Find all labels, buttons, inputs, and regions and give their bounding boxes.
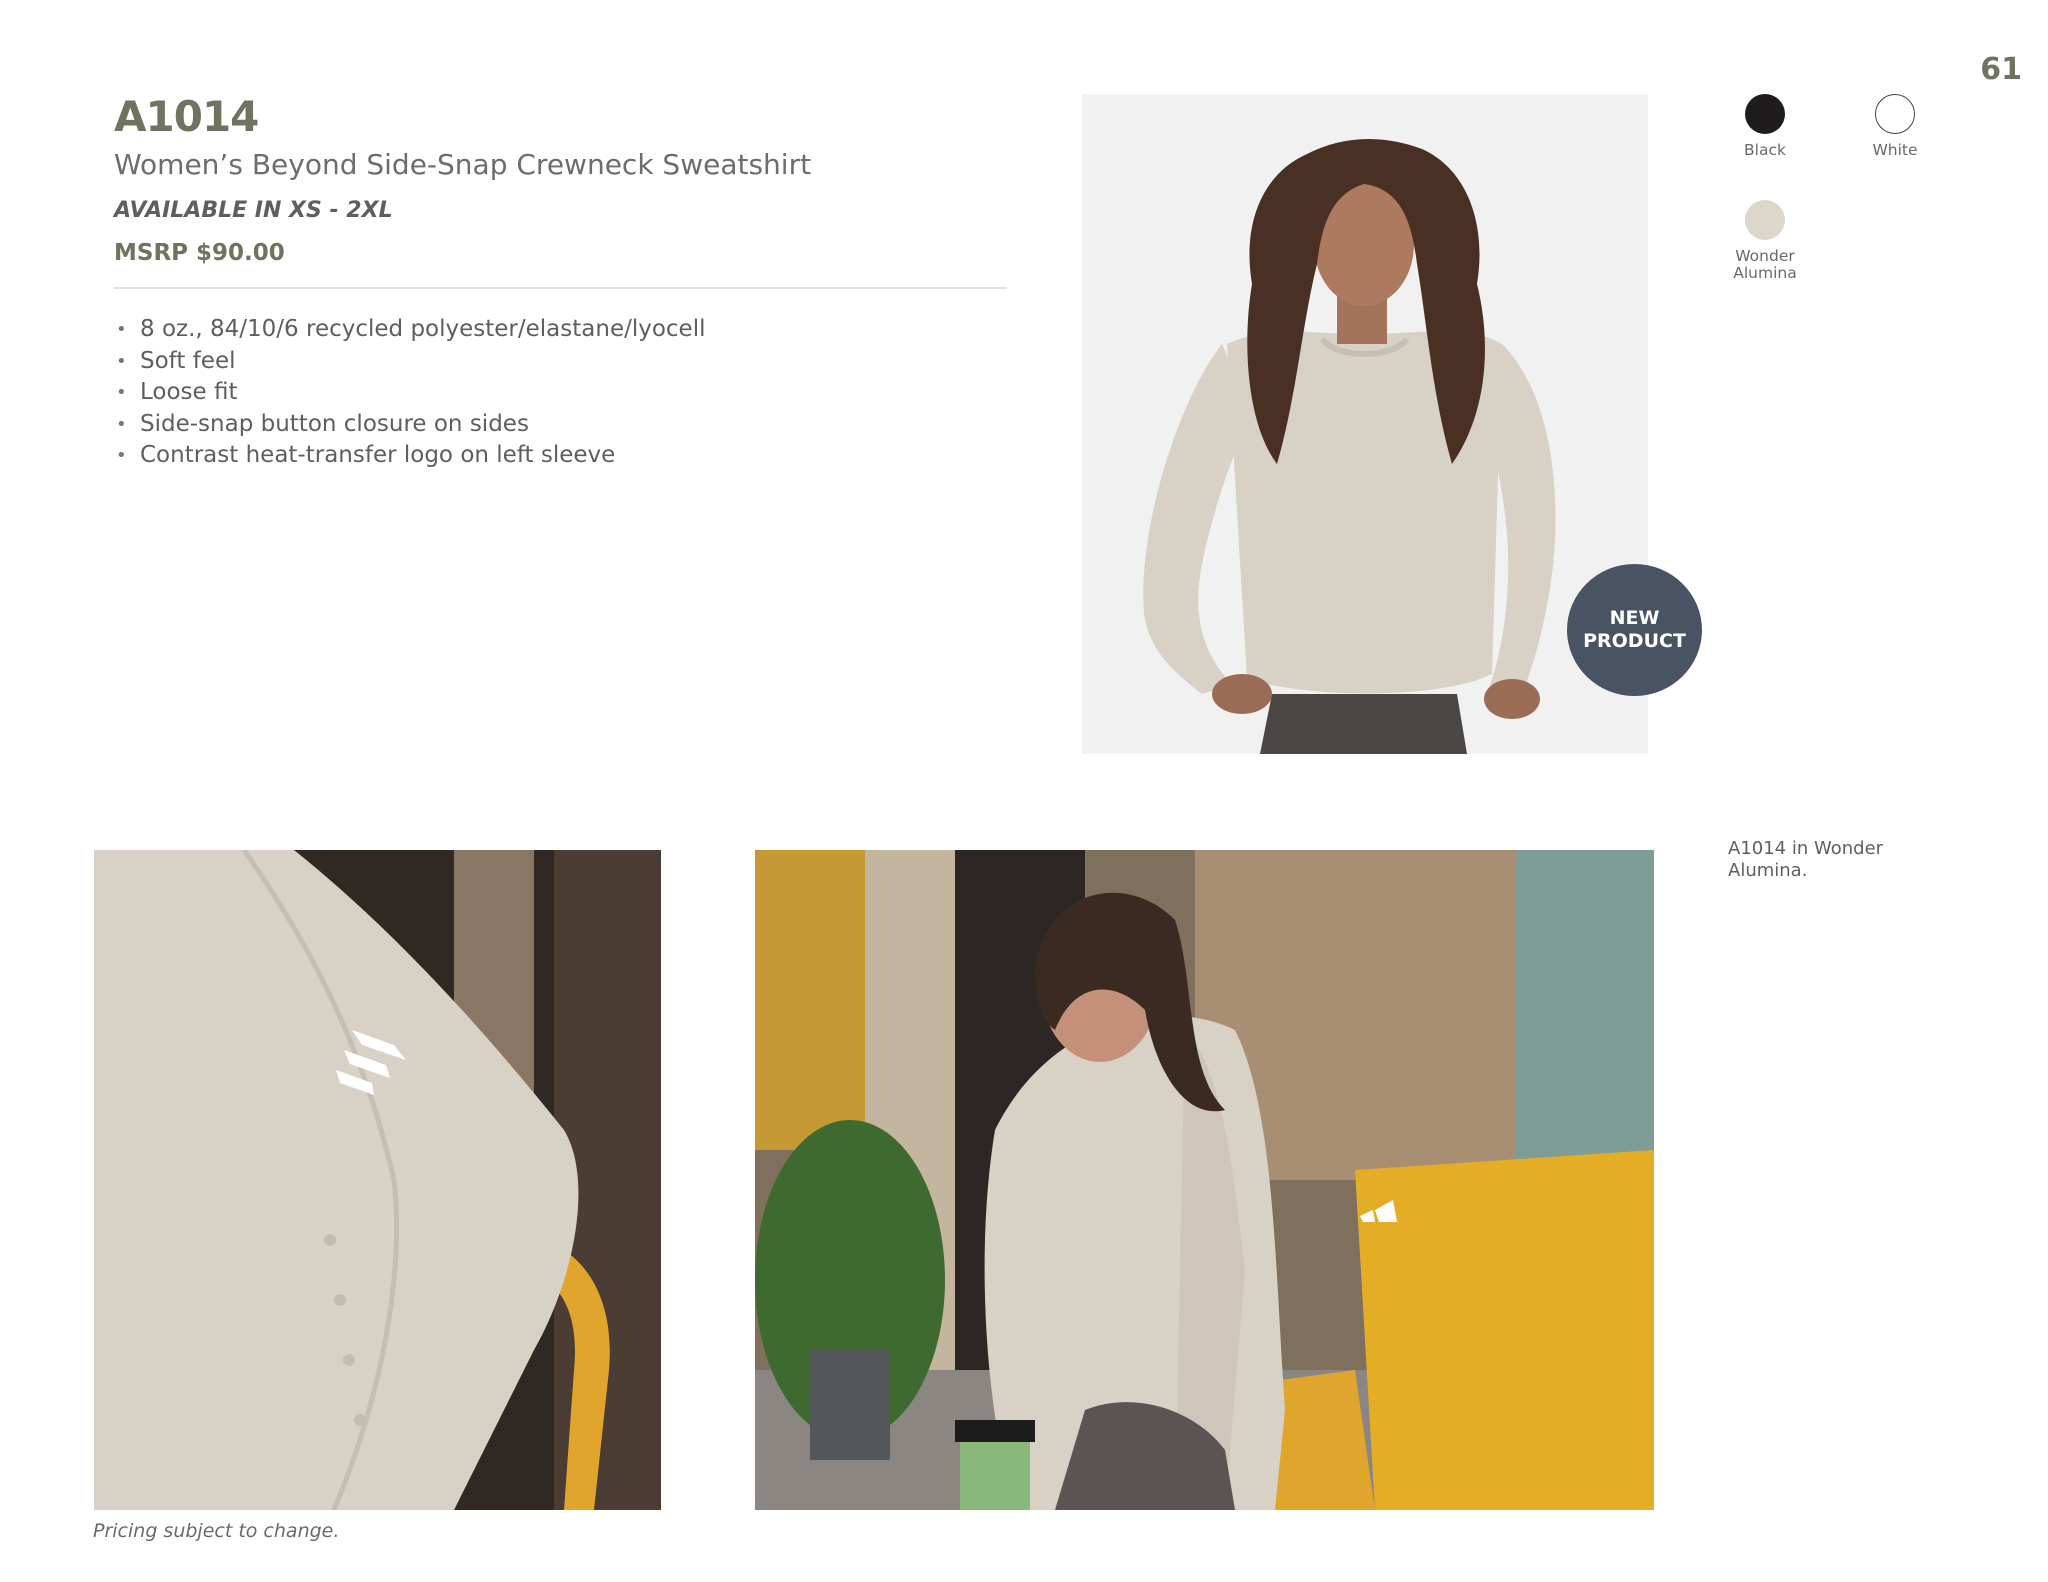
bullet-icon: • [116,382,127,403]
bullet-icon: • [116,413,127,435]
feature-item: • 8 oz., 84/10/6 recycled polyester/elast… [114,314,706,346]
product-name: Women’s Beyond Side-Snap Crewneck Sweats… [114,148,812,181]
main-product-photo [1082,94,1648,754]
feature-item: • Loose fit [114,377,706,409]
color-swatch-white[interactable] [1875,94,1915,134]
style-code: A1014 [114,92,259,141]
new-product-badge: NEW PRODUCT [1567,564,1702,696]
msrp-price: MSRP $90.00 [114,240,285,266]
divider [114,287,1007,289]
feature-item: • Contrast heat-transfer logo on left sle… [114,440,706,472]
color-swatch-black[interactable] [1745,94,1785,134]
color-label-black: Black [1744,141,1786,159]
color-swatch-wonder-alumina[interactable] [1745,200,1785,240]
bullet-icon: • [116,445,127,466]
feature-item: • Side-snap button closure on sides [114,409,706,441]
color-label-white: White [1872,141,1918,159]
bullet-icon: • [116,319,127,340]
sleeve-detail-photo [94,850,661,1510]
photo-caption: A1014 in Wonder Alumina. [1728,838,1884,881]
page-number: 61 [1980,52,2022,87]
size-range: AVAILABLE IN XS - 2XL [114,198,393,223]
lifestyle-photo [755,850,1654,1510]
feature-list: • 8 oz., 84/10/6 recycled polyester/elast… [114,314,706,472]
feature-item: • Soft feel [114,346,706,378]
color-label-wonder-alumina: Wonder Alumina [1733,247,1797,282]
bullet-icon: • [116,350,127,372]
pricing-disclaimer: Pricing subject to change. [93,1520,340,1542]
